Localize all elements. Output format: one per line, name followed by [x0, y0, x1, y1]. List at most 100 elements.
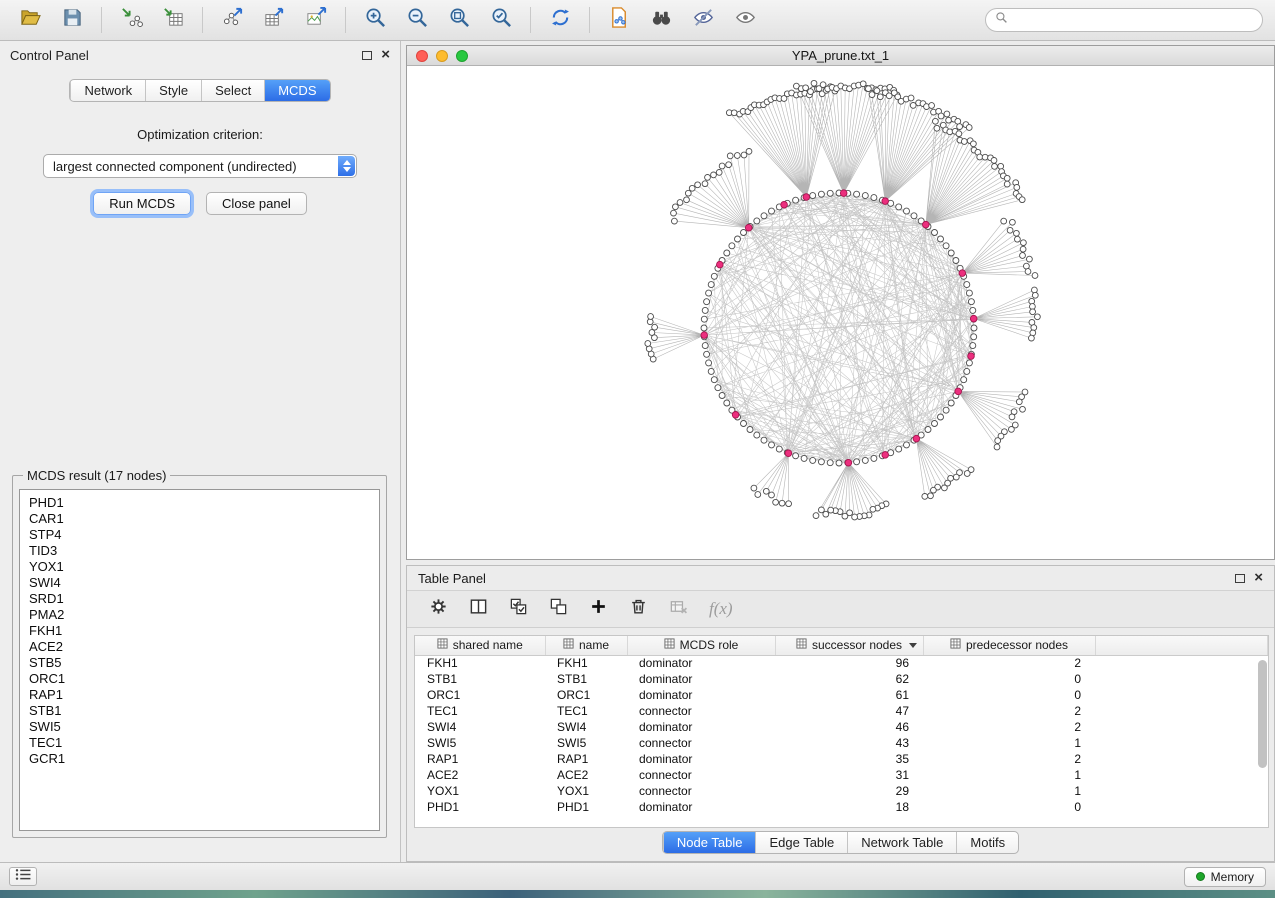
mcds-result-item[interactable]: STB1: [29, 703, 370, 719]
table-row[interactable]: FKH1 FKH1 dominator 96 2: [415, 655, 1268, 671]
delete-column-trash-icon[interactable]: [629, 597, 648, 621]
search-input[interactable]: [1014, 12, 1253, 28]
table-row[interactable]: TEC1 TEC1 connector 47 2: [415, 703, 1268, 719]
node-table-container: shared name name MCDS role successor nod…: [414, 635, 1269, 828]
zoom-selected-button[interactable]: [483, 4, 519, 36]
mcds-result-item[interactable]: SWI4: [29, 575, 370, 591]
delete-table-icon: [669, 597, 688, 621]
mcds-result-item[interactable]: RAP1: [29, 687, 370, 703]
show-columns-icon[interactable]: [469, 597, 488, 621]
mcds-result-item[interactable]: STB5: [29, 655, 370, 671]
table-row[interactable]: ACE2 ACE2 connector 31 1: [415, 767, 1268, 783]
eye-icon: [734, 6, 757, 34]
mcds-result-item[interactable]: ORC1: [29, 671, 370, 687]
column-header-mcds-role[interactable]: MCDS role: [627, 636, 775, 655]
toolbar-separator: [345, 7, 346, 33]
column-header-successor-nodes[interactable]: successor nodes: [775, 636, 923, 655]
zoom-out-button[interactable]: [399, 4, 435, 36]
column-header-predecessor-nodes[interactable]: predecessor nodes: [923, 636, 1095, 655]
optimization-criterion-label: Optimization criterion:: [0, 127, 400, 142]
mcds-result-item[interactable]: GCR1: [29, 751, 370, 767]
list-menu-icon: [15, 868, 32, 886]
mcds-result-item[interactable]: TID3: [29, 543, 370, 559]
column-header-shared-name[interactable]: shared name: [415, 636, 545, 655]
float-panel-icon[interactable]: [362, 51, 372, 60]
select-all-icon[interactable]: [509, 597, 528, 621]
import-table-button[interactable]: [155, 4, 191, 36]
table-settings-gear-icon[interactable]: [429, 597, 448, 621]
window-minimize-button[interactable]: [436, 50, 448, 62]
table-panel-tab[interactable]: Network Table: [847, 832, 956, 853]
mcds-result-item[interactable]: ACE2: [29, 639, 370, 655]
table-panel-tab[interactable]: Motifs: [956, 832, 1018, 853]
network-canvas[interactable]: [407, 66, 1274, 559]
column-header-name[interactable]: name: [545, 636, 627, 655]
table-panel-tabs: Node TableEdge TableNetwork TableMotifs: [662, 831, 1019, 854]
close-panel-button[interactable]: Close panel: [206, 192, 307, 215]
mcds-result-item[interactable]: TEC1: [29, 735, 370, 751]
mcds-result-item[interactable]: CAR1: [29, 511, 370, 527]
criterion-selected-value: largest connected component (undirected): [53, 159, 297, 174]
zoom-fit-button[interactable]: [441, 4, 477, 36]
table-row[interactable]: YOX1 YOX1 connector 29 1: [415, 783, 1268, 799]
open-file-button[interactable]: [12, 4, 48, 36]
network-view-titlebar: YPA_prune.txt_1: [407, 46, 1274, 66]
add-column-plus-icon[interactable]: [589, 597, 608, 621]
table-panel-tab[interactable]: Edge Table: [755, 832, 847, 853]
export-image-icon: [305, 6, 328, 34]
table-row[interactable]: SWI5 SWI5 connector 43 1: [415, 735, 1268, 751]
control-panel-tab[interactable]: Style: [145, 80, 201, 101]
export-image-button[interactable]: [298, 4, 334, 36]
table-row[interactable]: STB1 STB1 dominator 62 0: [415, 671, 1268, 687]
mcds-result-title: MCDS result (17 nodes): [23, 468, 170, 483]
zoom-in-button[interactable]: [357, 4, 393, 36]
control-panel-tab[interactable]: MCDS: [264, 80, 329, 101]
import-network-button[interactable]: [113, 4, 149, 36]
control-panel-tab[interactable]: Select: [201, 80, 264, 101]
chevron-down-icon[interactable]: [909, 643, 917, 648]
mcds-result-item[interactable]: PHD1: [29, 495, 370, 511]
folder-open-icon: [19, 6, 42, 34]
export-network-button[interactable]: [214, 4, 250, 36]
mcds-result-item[interactable]: STP4: [29, 527, 370, 543]
zoom-out-icon: [406, 6, 429, 34]
attribute-grid-icon: [950, 638, 961, 652]
control-panel-header: Control Panel ×: [0, 41, 400, 69]
control-panel-tab[interactable]: Network: [70, 80, 145, 101]
binoculars-icon: [650, 6, 673, 34]
deselect-all-icon[interactable]: [549, 597, 568, 621]
mcds-result-item[interactable]: SWI5: [29, 719, 370, 735]
clone-network-button[interactable]: [601, 4, 637, 36]
table-row[interactable]: SWI4 SWI4 dominator 46 2: [415, 719, 1268, 735]
refresh-view-button[interactable]: [542, 4, 578, 36]
table-panel-tab[interactable]: Node Table: [663, 832, 756, 853]
mcds-result-box: MCDS result (17 nodes) PHD1CAR1STP4TID3Y…: [12, 468, 387, 838]
show-all-button[interactable]: [727, 4, 763, 36]
network-view-title: YPA_prune.txt_1: [407, 48, 1274, 63]
table-row[interactable]: ORC1 ORC1 dominator 61 0: [415, 687, 1268, 703]
float-panel-icon[interactable]: [1235, 574, 1245, 583]
close-panel-icon[interactable]: ×: [381, 50, 390, 60]
first-neighbors-button[interactable]: [643, 4, 679, 36]
table-row[interactable]: RAP1 RAP1 dominator 35 2: [415, 751, 1268, 767]
mcds-result-item[interactable]: FKH1: [29, 623, 370, 639]
table-scrollbar[interactable]: [1258, 660, 1267, 768]
save-session-button[interactable]: [54, 4, 90, 36]
window-close-button[interactable]: [416, 50, 428, 62]
criterion-select[interactable]: largest connected component (undirected): [43, 154, 357, 178]
table-row[interactable]: PHD1 PHD1 dominator 18 0: [415, 799, 1268, 815]
window-maximize-button[interactable]: [456, 50, 468, 62]
run-mcds-button[interactable]: Run MCDS: [93, 192, 191, 215]
table-header-row: shared name name MCDS role successor nod…: [415, 636, 1268, 655]
export-table-button[interactable]: [256, 4, 292, 36]
close-panel-icon[interactable]: ×: [1254, 573, 1263, 583]
task-history-button[interactable]: [9, 867, 37, 886]
table-panel-title: Table Panel: [418, 571, 486, 586]
floppy-disk-icon: [61, 6, 84, 34]
mcds-result-item[interactable]: YOX1: [29, 559, 370, 575]
mcds-result-item[interactable]: SRD1: [29, 591, 370, 607]
mcds-result-item[interactable]: PMA2: [29, 607, 370, 623]
memory-button[interactable]: Memory: [1184, 867, 1266, 887]
hide-selected-button[interactable]: [685, 4, 721, 36]
column-header-empty: [1095, 636, 1268, 655]
